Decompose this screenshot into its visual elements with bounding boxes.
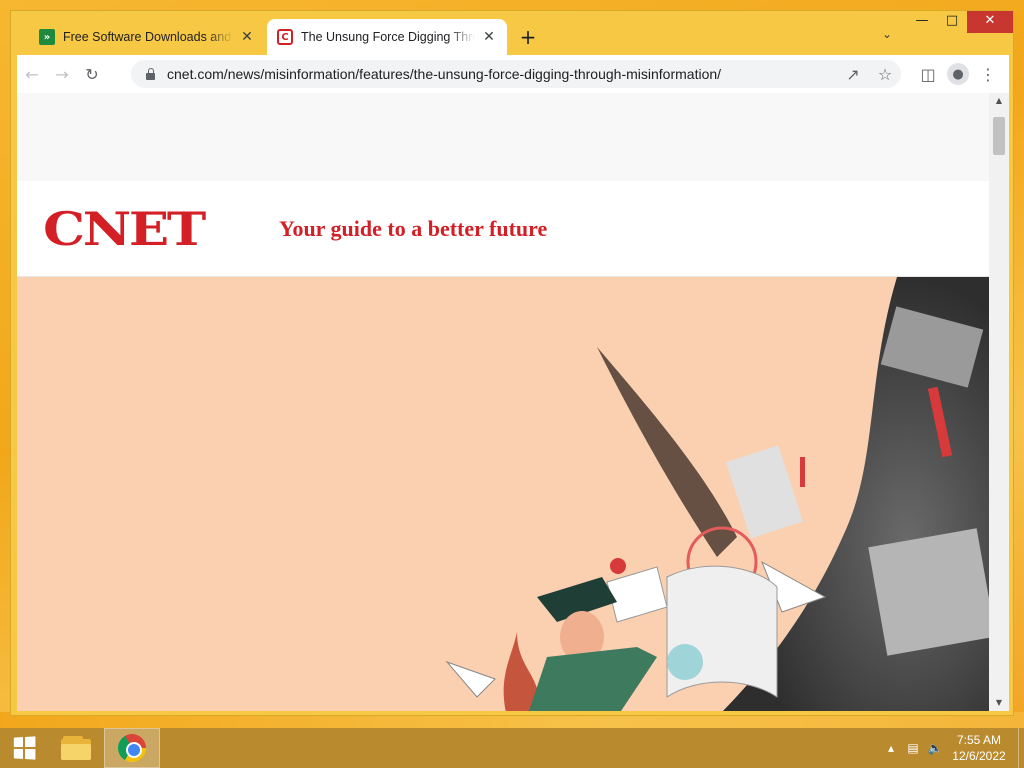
omnibox-actions: ↗ ☆	[837, 59, 901, 89]
new-tab-button[interactable]: +	[517, 26, 539, 48]
tagline: Your guide to a better future	[279, 215, 548, 241]
tab-title: Free Software Downloads and Reviews	[63, 30, 233, 44]
system-tray: ▴ ▤ 🔈 7:55 AM 12/6/2022	[880, 728, 1024, 768]
network-icon[interactable]: ▤	[902, 741, 924, 755]
volume-icon[interactable]: 🔈	[924, 741, 946, 755]
minimize-icon[interactable]: —	[907, 11, 937, 33]
taskbar: ▴ ▤ 🔈 7:55 AM 12/6/2022	[0, 728, 1024, 768]
vertical-scrollbar[interactable]: ▲ ▼	[989, 93, 1009, 711]
maximize-icon[interactable]: □	[937, 11, 967, 33]
clock[interactable]: 7:55 AM 12/6/2022	[946, 732, 1012, 764]
hero-artwork	[445, 277, 989, 711]
bookmark-star-icon[interactable]: ☆	[869, 59, 901, 89]
url-text[interactable]: cnet.com/news/misinformation/features/th…	[167, 66, 837, 82]
taskbar-file-explorer[interactable]	[48, 728, 104, 768]
chrome-icon	[118, 734, 146, 762]
cnet-icon	[277, 29, 293, 45]
close-icon[interactable]: ✕	[481, 29, 497, 45]
side-panel-icon[interactable]: ◫	[913, 59, 943, 89]
window-controls: — □ ✕	[907, 11, 1013, 33]
lock-icon[interactable]	[145, 67, 157, 81]
ad-slot	[17, 93, 989, 181]
close-icon[interactable]: ✕	[239, 29, 255, 45]
clock-time: 7:55 AM	[956, 733, 1002, 747]
show-hidden-icons-chevron-icon[interactable]: ▴	[880, 741, 902, 755]
browser-toolbar: ← → ↻ cnet.com/news/misinformation/featu…	[17, 55, 1009, 93]
hero-illustration	[17, 277, 989, 711]
tab-cnet[interactable]: The Unsung Force Digging Through Misinfo…	[267, 19, 507, 55]
scroll-up-arrow-icon[interactable]: ▲	[989, 93, 1009, 109]
window-close-icon[interactable]: ✕	[967, 11, 1013, 33]
share-icon[interactable]: ↗	[837, 59, 869, 89]
windows-logo-icon	[13, 736, 36, 760]
reload-icon[interactable]: ↻	[77, 59, 107, 89]
profile-button[interactable]: ●	[943, 59, 973, 89]
tab-softonic[interactable]: » Free Software Downloads and Reviews ✕	[29, 19, 265, 55]
browser-window: » Free Software Downloads and Reviews ✕ …	[10, 10, 1014, 716]
start-button[interactable]	[0, 728, 48, 768]
toolbar-right: ◫ ● ⋮	[913, 59, 1003, 89]
back-arrow-icon[interactable]: ←	[17, 59, 47, 89]
page-viewport: CNET Your guide to a better future ▲ ▼	[17, 93, 1009, 711]
tab-title: The Unsung Force Digging Through Misinfo…	[301, 30, 475, 44]
clock-date: 12/6/2022	[952, 749, 1006, 763]
forward-arrow-icon[interactable]: →	[47, 59, 77, 89]
menu-kebab-icon[interactable]: ⋮	[973, 59, 1003, 89]
scroll-thumb[interactable]	[993, 117, 1005, 155]
scroll-down-arrow-icon[interactable]: ▼	[989, 695, 1009, 711]
tab-strip: » Free Software Downloads and Reviews ✕ …	[11, 11, 1013, 55]
address-bar[interactable]: cnet.com/news/misinformation/features/th…	[131, 60, 901, 88]
softonic-icon: »	[39, 29, 55, 45]
avatar-icon: ●	[947, 63, 969, 85]
site-header: CNET Your guide to a better future	[17, 181, 989, 277]
cnet-logo[interactable]: CNET	[43, 202, 262, 256]
taskbar-chrome[interactable]	[104, 728, 160, 768]
folder-icon	[61, 736, 91, 760]
show-desktop-button[interactable]	[1018, 728, 1024, 768]
tab-search-chevron-icon[interactable]: ⌄	[877, 27, 897, 47]
